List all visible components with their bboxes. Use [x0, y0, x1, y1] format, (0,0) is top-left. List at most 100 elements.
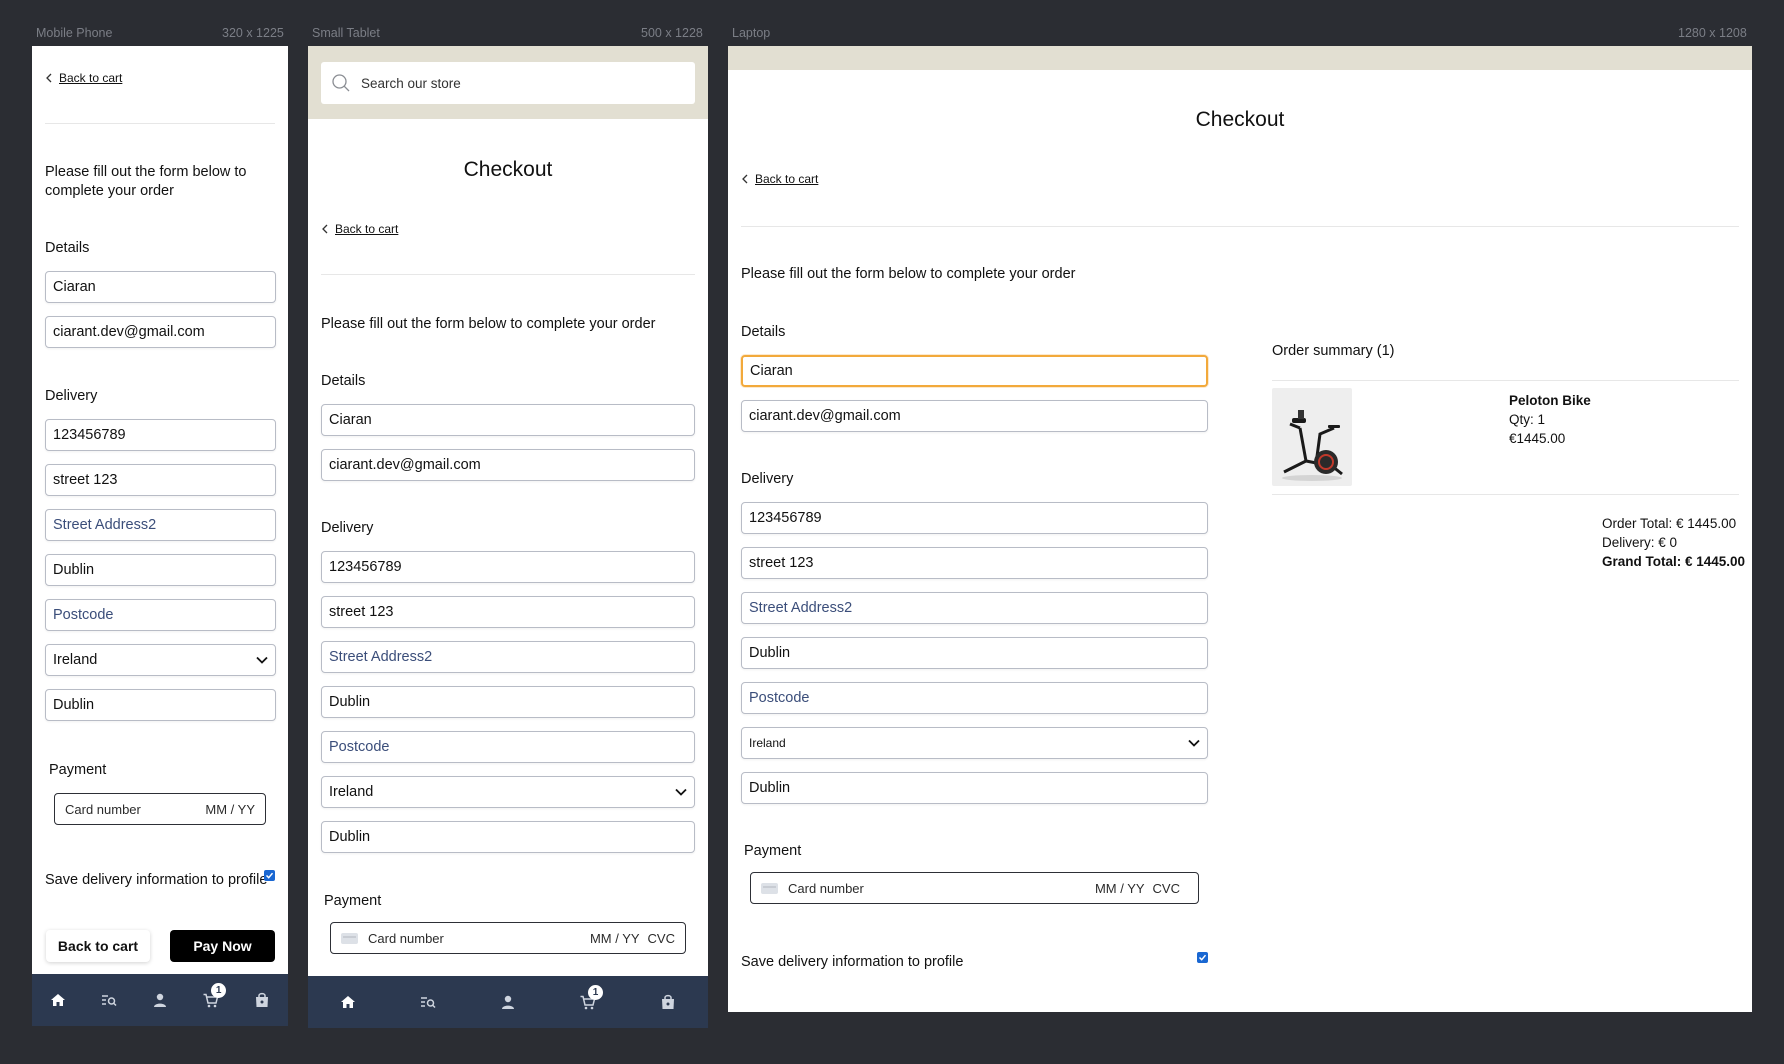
town-field[interactable]: Dublin	[45, 554, 276, 586]
town-field[interactable]: Dublin	[321, 686, 695, 718]
county-field[interactable]: Dublin	[45, 689, 276, 721]
chevron-down-icon	[1188, 739, 1200, 747]
search-input[interactable]: Search our store	[321, 62, 695, 104]
divider	[45, 123, 275, 124]
back-to-cart-link[interactable]: Back to cart	[45, 71, 122, 85]
back-to-cart-link[interactable]: Back to cart	[741, 172, 818, 186]
back-to-cart-link[interactable]: Back to cart	[321, 222, 398, 236]
chevron-left-icon	[46, 73, 52, 83]
search-header: Search our store	[308, 46, 708, 119]
details-heading: Details	[741, 324, 786, 340]
card-input[interactable]: Card number MM / YY CVC	[330, 922, 686, 954]
street-address2-field[interactable]: Street Address2	[321, 641, 695, 673]
payment-heading: Payment	[49, 762, 107, 778]
save-info-label: Save delivery information to profile	[45, 872, 268, 888]
phone-field[interactable]: 123456789	[45, 419, 276, 451]
card-number-placeholder: Card number	[368, 930, 444, 946]
page-title: Checkout	[1195, 108, 1285, 131]
save-info-checkbox[interactable]	[1197, 952, 1208, 963]
tab-cart[interactable]: 1	[198, 983, 227, 1013]
tablet-frame: Search our store Checkout Back to cart P…	[308, 46, 708, 1028]
card-number-placeholder: Card number	[65, 801, 141, 817]
country-select[interactable]: Ireland	[321, 776, 695, 808]
cvc-placeholder: CVC	[1152, 880, 1180, 896]
tab-cart[interactable]: 1	[575, 985, 603, 1015]
order-total: Order Total: € 1445.00	[1602, 516, 1737, 531]
payment-heading: Payment	[324, 893, 382, 909]
chevron-down-icon	[675, 788, 687, 796]
intro-text-line2: complete your order	[45, 183, 174, 199]
street-address2-field[interactable]: Street Address2	[45, 509, 276, 541]
tab-search[interactable]	[96, 987, 122, 1013]
header-bar	[728, 46, 1752, 70]
email-field[interactable]: ciarant.dev@gmail.com	[321, 449, 695, 481]
home-icon	[50, 994, 65, 1006]
product-qty: Qty: 1	[1509, 412, 1546, 427]
postcode-field[interactable]: Postcode	[321, 731, 695, 763]
chevron-down-icon	[256, 656, 268, 664]
back-to-cart-button[interactable]: Back to cart	[46, 930, 150, 962]
card-input[interactable]: Card number MM / YY CVC	[750, 872, 1199, 904]
tab-profile[interactable]	[495, 989, 521, 1015]
intro-text: Please fill out the form below to comple…	[741, 266, 1076, 282]
intro-text: Please fill out the form below to comple…	[321, 316, 656, 332]
cart-count-badge: 1	[588, 985, 603, 1000]
back-to-cart-label: Back to cart	[335, 222, 399, 236]
country-value: Ireland	[749, 736, 786, 750]
phone-field[interactable]: 123456789	[321, 551, 695, 583]
email-field[interactable]: ciarant.dev@gmail.com	[741, 400, 1208, 432]
email-field[interactable]: ciarant.dev@gmail.com	[45, 316, 276, 348]
tab-bag[interactable]	[249, 987, 275, 1013]
country-value: Ireland	[329, 784, 374, 800]
street-address1-field[interactable]: street 123	[321, 596, 695, 628]
grand-total: Grand Total: € 1445.00	[1602, 554, 1746, 569]
town-field[interactable]: Dublin	[741, 637, 1208, 669]
bike-icon	[1282, 410, 1343, 481]
country-select[interactable]: Ireland	[45, 644, 276, 676]
cvc-placeholder: CVC	[647, 930, 675, 946]
frame-label-laptop: Laptop	[732, 26, 771, 40]
search-placeholder: Search our store	[361, 75, 461, 91]
county-field[interactable]: Dublin	[741, 772, 1208, 804]
country-select[interactable]: Ireland	[741, 727, 1208, 759]
chevron-left-icon	[322, 224, 328, 234]
save-info-checkbox[interactable]	[264, 870, 275, 881]
cart-count-badge: 1	[211, 983, 227, 998]
divider	[1272, 494, 1739, 495]
card-input[interactable]: Card number MM / YY	[54, 793, 266, 825]
county-field[interactable]: Dublin	[321, 821, 695, 853]
name-field[interactable]: Ciaran	[321, 404, 695, 436]
street-address1-field[interactable]: street 123	[45, 464, 276, 496]
phone-field[interactable]: 123456789	[741, 502, 1208, 534]
street-address1-field[interactable]: street 123	[741, 547, 1208, 579]
postcode-field[interactable]: Postcode	[741, 682, 1208, 714]
tab-bag[interactable]	[655, 989, 681, 1015]
divider	[1272, 380, 1739, 381]
tab-home[interactable]	[45, 987, 71, 1013]
delivery-heading: Delivery	[45, 388, 98, 404]
credit-card-icon	[341, 932, 358, 944]
name-field[interactable]: Ciaran	[45, 271, 276, 303]
street-address2-field[interactable]: Street Address2	[741, 592, 1208, 624]
bag-icon	[662, 994, 674, 1009]
tab-home[interactable]	[335, 989, 361, 1015]
postcode-field[interactable]: Postcode	[45, 599, 276, 631]
search-list-icon	[421, 997, 436, 1009]
name-field[interactable]: Ciaran	[741, 355, 1208, 387]
expiry-placeholder: MM / YY	[205, 801, 255, 817]
frame-size-tablet: 500 x 1228	[641, 26, 703, 40]
pay-now-button[interactable]: Pay Now	[170, 930, 275, 962]
page-title: Checkout	[463, 158, 553, 181]
product-image	[1272, 388, 1352, 486]
expiry-placeholder: MM / YY	[589, 930, 640, 946]
tab-search[interactable]	[415, 989, 441, 1015]
frame-size-mobile: 320 x 1225	[222, 26, 284, 40]
search-list-icon	[101, 995, 117, 1007]
tab-profile[interactable]	[147, 987, 173, 1013]
intro-text-line1: Please fill out the form below to	[45, 164, 247, 180]
frame-size-laptop: 1280 x 1208	[1678, 26, 1747, 40]
frame-label-mobile: Mobile Phone	[36, 26, 113, 40]
expiry-placeholder: MM / YY	[1094, 880, 1145, 896]
delivery-heading: Delivery	[321, 520, 374, 536]
save-info-label: Save delivery information to profile	[741, 954, 964, 970]
